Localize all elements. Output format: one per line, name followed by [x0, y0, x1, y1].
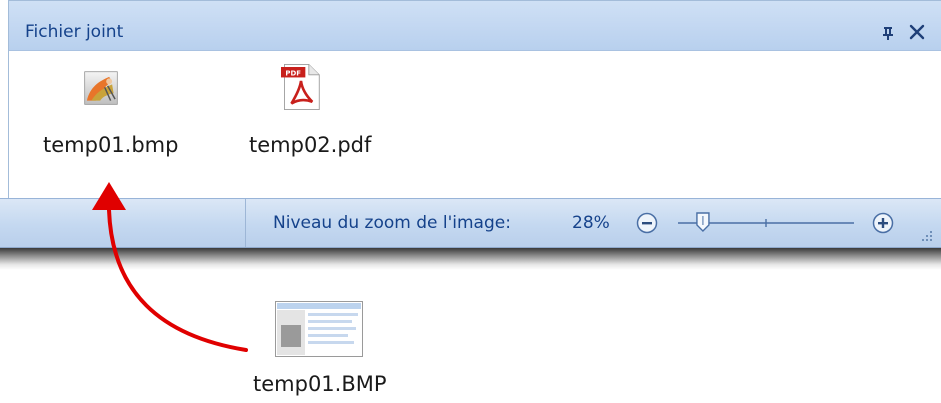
screen: Fichier joint temp01.bmp PDF temp02.pdf …: [0, 0, 941, 403]
status-bar-left-section: [0, 199, 246, 247]
pdf-badge-text: PDF: [285, 69, 301, 77]
zoom-slider-thumb[interactable]: [696, 212, 710, 232]
dragged-file-name: temp01.BMP: [253, 372, 387, 396]
attachment-name: temp02.pdf: [249, 133, 372, 157]
zoom-label: Niveau du zoom de l'image:: [273, 213, 511, 233]
resize-grip-icon[interactable]: [918, 227, 934, 243]
close-icon[interactable]: [908, 23, 926, 41]
zoom-value: 28%: [572, 213, 610, 233]
attachment-name: temp01.bmp: [43, 133, 179, 157]
status-bar: Niveau du zoom de l'image: 28%: [0, 198, 941, 248]
window-shadow: [0, 248, 941, 270]
screenshot-thumbnail-icon: [275, 301, 363, 357]
pdf-file-icon: PDF: [281, 63, 320, 111]
panel-header: Fichier joint: [9, 1, 941, 51]
panel-title: Fichier joint: [25, 22, 124, 42]
minus-circle-icon[interactable]: [636, 212, 658, 234]
bitmap-image-icon: [84, 71, 118, 105]
pin-icon[interactable]: [880, 25, 896, 41]
zoom-slider[interactable]: [676, 209, 856, 237]
plus-circle-icon[interactable]: [872, 212, 894, 234]
attachment-panel: Fichier joint temp01.bmp PDF temp02.pdf: [8, 0, 941, 198]
